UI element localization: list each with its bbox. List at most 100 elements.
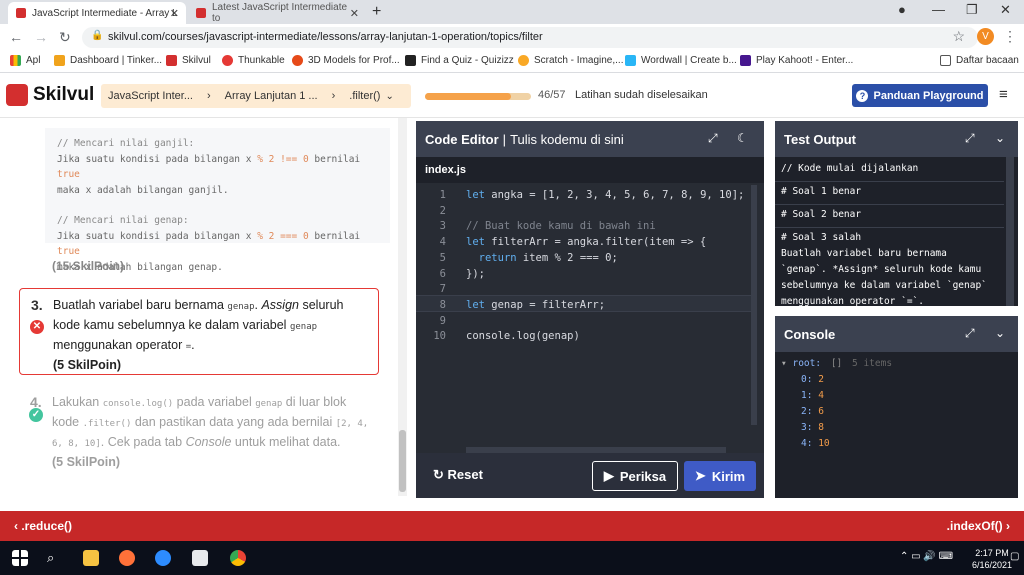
task-text: Buatlah variabel baru bernama genap. Ass…: [53, 296, 373, 374]
tab-title: Latest JavaScript Intermediate to: [211, 2, 348, 24]
system-clock[interactable]: 2:17 PM 6/16/2021: [972, 547, 1012, 571]
test-output-header: Test Output ⤢ ⌄: [775, 121, 1018, 157]
line-number: 4: [439, 236, 446, 249]
bookmark-thunkable[interactable]: Thunkable: [222, 55, 285, 66]
editor-vertical-scrollbar[interactable]: [751, 185, 757, 425]
browser-tab-active[interactable]: JavaScript Intermediate - Array L ✕: [8, 2, 186, 24]
reload-icon[interactable]: ↻: [59, 29, 71, 46]
firefox-icon[interactable]: [119, 550, 135, 566]
file-explorer-icon[interactable]: [83, 550, 99, 566]
logo-text: Skilvul: [33, 84, 95, 105]
bookmark-apps[interactable]: Apl: [10, 55, 40, 66]
hamburger-menu-icon[interactable]: ≡: [999, 86, 1008, 103]
bookmark-star-icon[interactable]: ☆: [952, 28, 965, 45]
editor-subtitle: Tulis kodemu di sini: [510, 131, 624, 147]
close-window-icon[interactable]: ✕: [1000, 2, 1011, 18]
code-line: let filterArr = angka.filter(item => {: [466, 236, 707, 249]
progress-label: Latihan sudah diselesaikan: [575, 89, 708, 101]
progress-count: 46/57: [538, 89, 566, 101]
console-root[interactable]: ▾ root: [] 5 items: [781, 358, 892, 369]
test-output-title: Test Output: [784, 131, 856, 147]
expand-icon[interactable]: ⤢: [708, 131, 718, 146]
submit-button[interactable]: ➤ Kirim: [684, 461, 756, 491]
task-4-card[interactable]: 4. ✓ Lakukan console.log() pada variabel…: [19, 386, 379, 481]
progress-bar: [425, 93, 531, 100]
skilvul-favicon-icon: [196, 8, 206, 18]
close-tab-icon[interactable]: ✕: [170, 7, 179, 20]
bookmark-scratch[interactable]: Scratch - Imagine,...: [518, 55, 623, 66]
chevron-down-icon[interactable]: ⌄: [995, 131, 1005, 145]
bookmarks-bar: Apl Dashboard | Tinker... Skilvul Thunka…: [0, 51, 1024, 73]
guide-button[interactable]: ? Panduan Playground: [852, 84, 988, 107]
expand-icon[interactable]: ⤢: [965, 326, 975, 341]
next-lesson-link[interactable]: .indexOf() ›: [947, 519, 1010, 533]
chevron-right-icon: ›: [1006, 519, 1010, 533]
test-output-scrollbar[interactable]: [1006, 157, 1014, 306]
thunkable-icon: [222, 55, 233, 66]
browser-tab-strip: JavaScript Intermediate - Array L ✕ Late…: [0, 0, 1024, 24]
code-area[interactable]: 1 let angka = [1, 2, 3, 4, 5, 6, 7, 8, 9,…: [416, 183, 764, 453]
task-3-card[interactable]: 3. ✕ Buatlah variabel baru bernama genap…: [19, 288, 379, 375]
console-panel: Console ⤢ ⌄ ▾ root: [] 5 items 0: 2 1: 4…: [775, 316, 1018, 498]
bookmark-reading-list[interactable]: Daftar bacaan: [940, 55, 1019, 66]
test-output-line: // Kode mulai dijalankan: [775, 157, 1004, 182]
windows-start-icon[interactable]: [12, 550, 28, 566]
tab-search-icon[interactable]: ●: [898, 2, 906, 17]
reset-button[interactable]: ↻ Reset: [433, 467, 483, 483]
line-number: 3: [439, 220, 446, 233]
bookmark-kahoot[interactable]: Play Kahoot! - Enter...: [740, 55, 853, 66]
instructions-scrollbar[interactable]: [398, 118, 407, 496]
help-circle-icon: ?: [856, 89, 869, 102]
error-x-icon: ✕: [30, 320, 44, 334]
task-points: (5 SkilPoin): [52, 455, 121, 469]
code-line: return item % 2 === 0;: [478, 251, 618, 264]
chrome-icon[interactable]: [230, 550, 246, 566]
bookmark-tinkercad[interactable]: Dashboard | Tinker...: [54, 55, 162, 66]
line-number: 8: [439, 298, 446, 311]
line-number: 1: [439, 189, 446, 201]
bookmark-quizizz[interactable]: Find a Quiz - Quizizz: [405, 55, 514, 66]
breadcrumb-topic[interactable]: .filter(): [335, 90, 380, 102]
close-tab-icon[interactable]: ✕: [350, 7, 359, 20]
browser-menu-icon[interactable]: ⋮: [1003, 28, 1017, 45]
main-area: // Mencari nilai ganjil: Jika suatu kond…: [0, 118, 1024, 511]
browser-tab[interactable]: Latest JavaScript Intermediate to ✕: [188, 2, 366, 24]
line-number: 6: [439, 267, 446, 280]
chevron-right-icon: ›: [331, 90, 336, 102]
bookmark-wordwall[interactable]: Wordwall | Create b...: [625, 55, 737, 66]
file-tab[interactable]: index.js: [416, 157, 764, 183]
breadcrumb: JavaScript Inter... › Array Lanjutan 1 .…: [101, 84, 411, 108]
restore-icon[interactable]: ❐: [966, 2, 978, 18]
chevron-down-icon[interactable]: ⌄: [995, 326, 1005, 340]
task-number: 3.: [31, 297, 43, 313]
minimize-icon[interactable]: —: [932, 2, 945, 17]
url-input[interactable]: 🔒 skilvul.com/courses/javascript-interme…: [82, 27, 978, 48]
tray-icons[interactable]: ⌃ ▭ 🔊 ⌨: [900, 551, 953, 562]
notepad-icon[interactable]: [192, 550, 208, 566]
check-button[interactable]: ▶ Periksa: [592, 461, 678, 491]
prev-lesson-link[interactable]: ‹ .reduce(): [14, 519, 72, 533]
new-tab-icon[interactable]: +: [372, 3, 381, 21]
moon-icon[interactable]: ☾: [737, 131, 748, 145]
forward-icon[interactable]: →: [34, 29, 48, 45]
breadcrumb-course[interactable]: JavaScript Inter...: [101, 90, 193, 102]
task-points: (5 SkilPoin): [53, 358, 122, 372]
breadcrumb-lesson[interactable]: Array Lanjutan 1 ...: [211, 90, 318, 102]
editor-footer: ↻ Reset ▶ Periksa ➤ Kirim: [416, 453, 764, 498]
skilpoin-label: (15 SkilPoin): [52, 259, 125, 273]
turbosquid-icon: [292, 55, 303, 66]
chevron-down-icon[interactable]: ⌄: [385, 91, 393, 102]
zoom-icon[interactable]: [155, 550, 171, 566]
chevron-left-icon: ‹: [14, 519, 18, 533]
search-icon[interactable]: ⌕: [47, 550, 63, 566]
back-icon[interactable]: ←: [9, 29, 23, 45]
bookmark-skilvul[interactable]: Skilvul: [166, 55, 211, 66]
scrollbar-thumb[interactable]: [399, 430, 406, 492]
profile-avatar[interactable]: V: [977, 28, 994, 45]
expand-icon[interactable]: ⤢: [965, 131, 975, 146]
play-icon: ▶: [603, 468, 614, 483]
notification-icon[interactable]: ▢: [1010, 551, 1019, 562]
code-line: console.log(genap): [466, 330, 580, 343]
bookmark-turbosquid[interactable]: 3D Models for Prof...: [292, 55, 400, 66]
skilvul-logo[interactable]: Skilvul: [6, 84, 94, 106]
